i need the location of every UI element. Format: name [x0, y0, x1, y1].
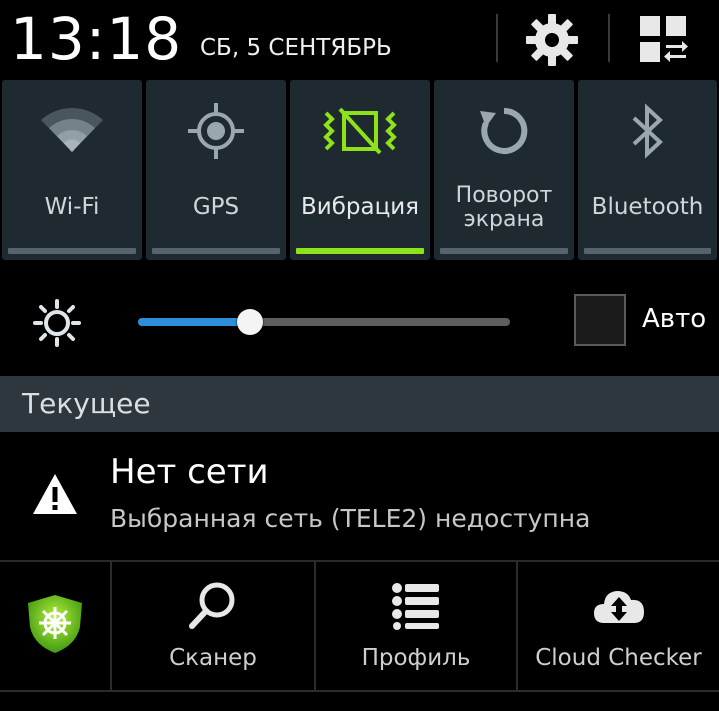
cloud-checker-button[interactable]: Cloud Checker: [518, 562, 719, 690]
status-header: 13:18 СБ, 5 СЕНТЯБРЬ: [0, 0, 719, 78]
slider-thumb[interactable]: [237, 309, 263, 335]
toggle-label: Поворот экрана: [434, 184, 574, 232]
date-label: СБ, 5 СЕНТЯБРЬ: [200, 35, 392, 61]
toggle-label: Bluetooth: [591, 194, 704, 220]
toggle-indicator: [584, 248, 711, 254]
notification-item[interactable]: Нет сети Выбранная сеть (TELE2) недоступ…: [0, 432, 719, 560]
toggle-indicator: [440, 248, 568, 254]
clock-time: 13:18: [10, 5, 183, 73]
brightness-slider[interactable]: [138, 309, 510, 335]
header-divider: [608, 14, 610, 62]
quick-panel-button[interactable]: [634, 12, 694, 68]
section-title: Текущее: [22, 387, 151, 420]
warning-icon: [33, 474, 77, 514]
list-icon: [392, 583, 439, 630]
scanner-button[interactable]: Сканер: [112, 562, 314, 690]
magnifier-icon: [189, 582, 235, 629]
rotate-icon: [480, 107, 528, 154]
toggle-rotation[interactable]: Поворот экрана: [434, 80, 574, 260]
profile-button[interactable]: Профиль: [316, 562, 516, 690]
bluetooth-icon: [632, 103, 663, 159]
gps-icon: [188, 103, 244, 159]
toggle-label-line1: Поворот: [455, 183, 553, 208]
toggle-gps[interactable]: GPS: [146, 80, 286, 260]
toggle-wifi[interactable]: Wi-Fi: [2, 80, 142, 260]
auto-brightness-checkbox[interactable]: [574, 294, 626, 346]
toggle-indicator: [152, 248, 280, 254]
brightness-row: Авто: [0, 262, 719, 376]
notification-title: Нет сети: [110, 452, 269, 492]
app-action-label: Профиль: [361, 645, 471, 671]
grid-toggle-icon: [640, 16, 688, 62]
settings-button[interactable]: [522, 12, 582, 68]
vibrate-icon: [323, 107, 397, 155]
toggle-bluetooth[interactable]: Bluetooth: [578, 80, 717, 260]
toggle-label: GPS: [192, 194, 240, 220]
app-bar-bottom-border: [0, 690, 719, 692]
app-action-label: Cloud Checker: [535, 645, 702, 671]
toggle-indicator: [296, 248, 424, 254]
toggle-vibration[interactable]: Вибрация: [290, 80, 430, 260]
toggle-label: Вибрация: [300, 194, 420, 220]
section-header: Текущее: [0, 376, 719, 432]
header-divider: [496, 14, 498, 62]
cloud-sync-icon: [593, 591, 644, 623]
gear-icon: [526, 14, 578, 66]
toggle-label-line2: экрана: [463, 207, 545, 232]
notification-text: Выбранная сеть (TELE2) недоступна: [110, 504, 591, 533]
toggle-label: Wi-Fi: [44, 194, 100, 220]
drweb-app-button[interactable]: [0, 562, 110, 690]
brightness-icon: [33, 299, 81, 347]
app-action-bar: Сканер Профиль Cloud Checker: [0, 560, 719, 711]
auto-brightness-label: Авто: [642, 304, 707, 334]
toggle-indicator: [8, 248, 136, 254]
wifi-icon: [41, 107, 103, 152]
slider-fill: [138, 318, 250, 326]
quick-settings-toggles: Wi-Fi GPS Вибрация Поворот экрана Blueto…: [0, 78, 719, 262]
drweb-shield-icon: [28, 595, 82, 653]
app-action-label: Сканер: [169, 645, 257, 671]
